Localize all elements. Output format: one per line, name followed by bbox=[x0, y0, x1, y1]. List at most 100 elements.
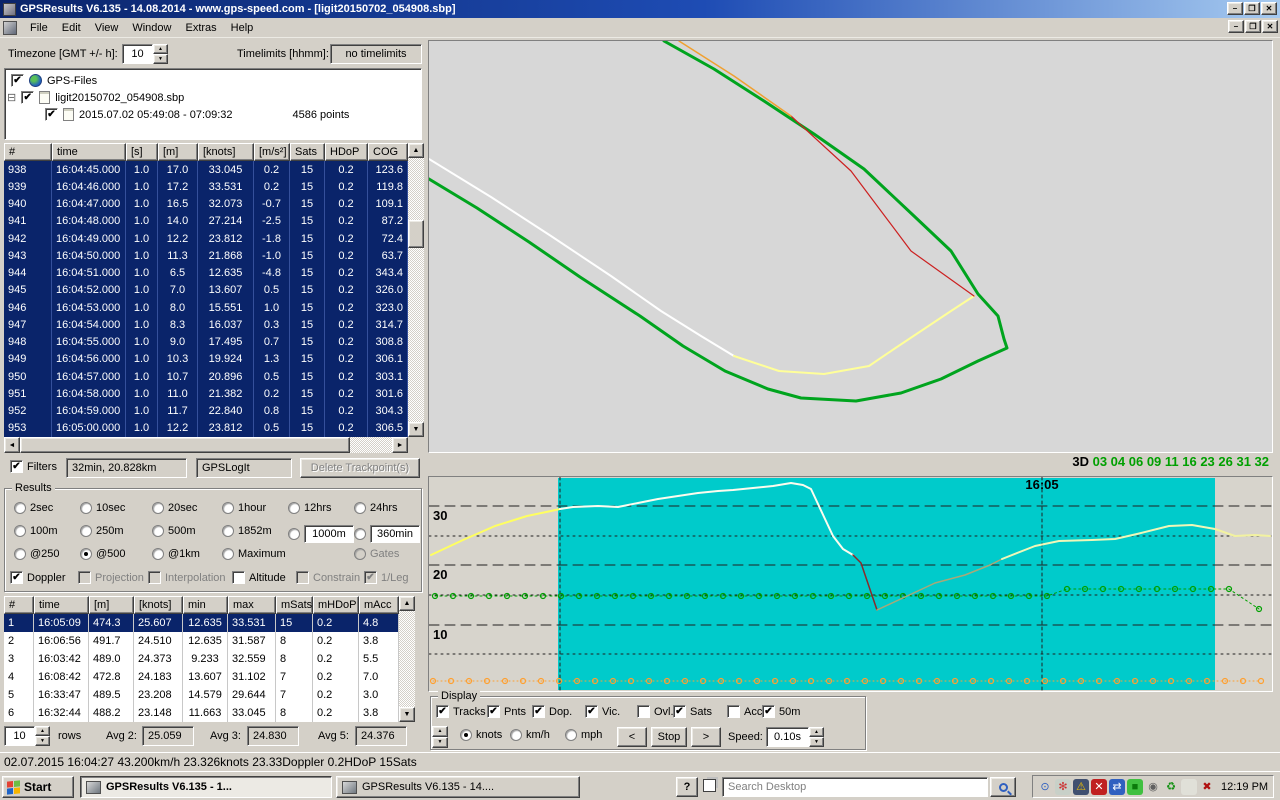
graph-scale-spinner[interactable]: ▲ ▼ bbox=[432, 726, 448, 748]
table-row[interactable]: 94416:04:51.0001.06.512.635-4.8150.2343.… bbox=[4, 265, 408, 282]
radio-360min[interactable]: 360min bbox=[354, 525, 420, 543]
table-row[interactable]: 116:05:09474.325.60712.63533.531150.24.8 bbox=[4, 614, 399, 632]
search-input[interactable]: Search Desktop bbox=[722, 777, 988, 797]
menu-edit[interactable]: Edit bbox=[55, 19, 88, 37]
vm-warning-tray-icon[interactable]: ⚠ bbox=[1073, 779, 1089, 795]
column-header-mhdop[interactable]: mHDoP bbox=[313, 596, 359, 614]
table-row[interactable]: 316:03:42489.024.3739.23332.55980.25.5 bbox=[4, 650, 399, 668]
display-checkbox-sats[interactable]: ✔Sats bbox=[673, 705, 712, 718]
table-row[interactable]: 93816:04:45.0001.017.033.0450.2150.2123.… bbox=[4, 161, 408, 178]
taskbar-task-2[interactable]: GPSResults V6.135 - 14.... bbox=[336, 776, 580, 798]
mouse-tray-icon[interactable] bbox=[1181, 779, 1197, 795]
column-header-m[interactable]: [m] bbox=[158, 143, 198, 161]
file-checkbox[interactable]: ✔ bbox=[21, 91, 34, 104]
column-header-ms[interactable]: [m/s²] bbox=[254, 143, 290, 161]
checkbox-altitude[interactable]: Altitude bbox=[232, 571, 286, 584]
radio-12hrs[interactable]: 12hrs bbox=[288, 502, 332, 514]
column-header-sats[interactable]: Sats bbox=[290, 143, 325, 161]
table-row[interactable]: 95016:04:57.0001.010.720.8960.5150.2303.… bbox=[4, 368, 408, 385]
radio-10sec[interactable]: 10sec bbox=[80, 502, 125, 514]
table-row[interactable]: 95316:05:00.0001.012.223.8120.5150.2306.… bbox=[4, 420, 408, 437]
shield-error-tray-icon[interactable]: ✕ bbox=[1091, 779, 1107, 795]
root-checkbox[interactable]: ✔ bbox=[11, 74, 24, 87]
help-button[interactable]: ? bbox=[676, 777, 698, 797]
title-bar[interactable]: GPSResults V6.135 - 14.08.2014 - www.gps… bbox=[0, 0, 1280, 18]
restore-icon[interactable]: ❐ bbox=[1244, 2, 1260, 15]
menu-file[interactable]: File bbox=[23, 19, 55, 37]
custom-value-input[interactable]: 360min bbox=[370, 525, 420, 543]
tree-file[interactable]: ⊟ ✔ ligit20150702_054908.sbp bbox=[7, 90, 184, 105]
table-row[interactable]: 94216:04:49.0001.012.223.812-1.8150.272.… bbox=[4, 230, 408, 247]
taskbar-task-1[interactable]: GPSResults V6.135 - 1... bbox=[80, 776, 332, 798]
table-row[interactable]: 94316:04:50.0001.011.321.868-1.0150.263.… bbox=[4, 247, 408, 264]
radio-1km[interactable]: @1km bbox=[152, 548, 200, 560]
speed-graph[interactable]: 30201016:05 bbox=[428, 476, 1273, 692]
menu-view[interactable]: View bbox=[88, 19, 126, 37]
table-row[interactable]: 94516:04:52.0001.07.013.6070.5150.2326.0 bbox=[4, 282, 408, 299]
column-header-[interactable]: # bbox=[4, 143, 52, 161]
device-field[interactable]: GPSLogIt bbox=[196, 458, 292, 478]
expand-icon[interactable]: ⊟ bbox=[7, 91, 16, 104]
track-table-hscrollbar[interactable]: ◄ ► bbox=[4, 437, 408, 453]
radio-100m[interactable]: 100m bbox=[14, 525, 58, 537]
search-button[interactable] bbox=[990, 777, 1016, 797]
menu-extras[interactable]: Extras bbox=[178, 19, 223, 37]
radio-2sec[interactable]: 2sec bbox=[14, 502, 53, 514]
custom-value-input[interactable]: 1000m bbox=[304, 525, 354, 543]
replay-speed-spinner[interactable]: 0.10s ▲▼ bbox=[766, 727, 824, 747]
gears-error-tray-icon[interactable]: ✻ bbox=[1055, 779, 1071, 795]
column-header-s[interactable]: [s] bbox=[126, 143, 158, 161]
column-header-msats[interactable]: mSats bbox=[276, 596, 313, 614]
timezone-spinner[interactable]: 10 ▲▼ bbox=[122, 44, 168, 64]
display-checkbox-acc[interactable]: Acc bbox=[727, 705, 762, 718]
radio-500m[interactable]: 500m bbox=[152, 525, 196, 537]
mdi-minimize-icon[interactable]: – bbox=[1228, 20, 1244, 33]
unit-radio-mph[interactable]: mph bbox=[565, 729, 602, 741]
session-checkbox[interactable]: ✔ bbox=[45, 108, 58, 121]
display-checkbox-dop[interactable]: ✔Dop. bbox=[532, 705, 572, 718]
column-header-cog[interactable]: COG bbox=[368, 143, 408, 161]
table-row[interactable]: 94016:04:47.0001.016.532.073-0.7150.2109… bbox=[4, 196, 408, 213]
sync-tray-icon[interactable]: ⇄ bbox=[1109, 779, 1125, 795]
table-row[interactable]: 94716:04:54.0001.08.316.0370.3150.2314.7 bbox=[4, 316, 408, 333]
table-row[interactable]: 95116:04:58.0001.011.021.3820.2150.2301.… bbox=[4, 385, 408, 402]
tree-session[interactable]: ✔ 2015.07.02 05:49:08 - 07:09:32 4586 po… bbox=[45, 107, 349, 122]
radio-1852m[interactable]: 1852m bbox=[222, 525, 272, 537]
recycle-tray-icon[interactable]: ♻ bbox=[1163, 779, 1179, 795]
column-header-macc[interactable]: mAcc bbox=[359, 596, 399, 614]
rows-spinner[interactable]: 10 ▲▼ bbox=[4, 726, 50, 746]
column-header-knots[interactable]: [knots] bbox=[198, 143, 254, 161]
taskbar-clock[interactable]: 12:19 PM bbox=[1221, 781, 1268, 793]
track-map[interactable] bbox=[428, 40, 1273, 453]
display-checkbox-ovl[interactable]: Ovl. bbox=[637, 705, 674, 718]
table-row[interactable]: 516:33:47489.523.20814.57929.64470.23.0 bbox=[4, 686, 399, 704]
column-header-time[interactable]: time bbox=[34, 596, 89, 614]
radio-250m[interactable]: 250m bbox=[80, 525, 124, 537]
column-header-m[interactable]: [m] bbox=[89, 596, 134, 614]
table-row[interactable]: 216:06:56491.724.51012.63531.58780.23.8 bbox=[4, 632, 399, 650]
mdi-restore-icon[interactable]: ❐ bbox=[1245, 20, 1261, 33]
table-row[interactable]: 95216:04:59.0001.011.722.8400.8150.2304.… bbox=[4, 403, 408, 420]
document-icon[interactable] bbox=[3, 21, 17, 35]
package-tray-icon[interactable]: ■ bbox=[1127, 779, 1143, 795]
globe-tray-icon[interactable]: ◉ bbox=[1145, 779, 1161, 795]
menu-window[interactable]: Window bbox=[125, 19, 178, 37]
column-header-hdop[interactable]: HDoP bbox=[325, 143, 368, 161]
window-stack-icon[interactable] bbox=[703, 779, 716, 792]
column-header-min[interactable]: min bbox=[183, 596, 228, 614]
radio-1hour[interactable]: 1hour bbox=[222, 502, 266, 514]
magnifier-tray-icon[interactable]: ⊙ bbox=[1037, 779, 1053, 795]
minimize-icon[interactable]: – bbox=[1227, 2, 1243, 15]
table-row[interactable]: 93916:04:46.0001.017.233.5310.2150.2119.… bbox=[4, 178, 408, 195]
radio-20sec[interactable]: 20sec bbox=[152, 502, 197, 514]
track-table[interactable]: 93816:04:45.0001.017.033.0450.2150.2123.… bbox=[4, 161, 408, 437]
radio-250[interactable]: @250 bbox=[14, 548, 60, 560]
unit-radio-knots[interactable]: knots bbox=[460, 729, 502, 741]
radio-500[interactable]: @500 bbox=[80, 548, 126, 560]
column-header-max[interactable]: max bbox=[228, 596, 276, 614]
results-table[interactable]: 116:05:09474.325.60712.63533.531150.24.8… bbox=[4, 614, 399, 722]
step-back-button[interactable]: < bbox=[617, 727, 647, 747]
display-checkbox-tracks[interactable]: ✔Tracks bbox=[436, 705, 486, 718]
filters-summary-field[interactable]: 32min, 20.828km bbox=[66, 458, 187, 478]
table-row[interactable]: 416:08:42472.824.18313.60731.10270.27.0 bbox=[4, 668, 399, 686]
